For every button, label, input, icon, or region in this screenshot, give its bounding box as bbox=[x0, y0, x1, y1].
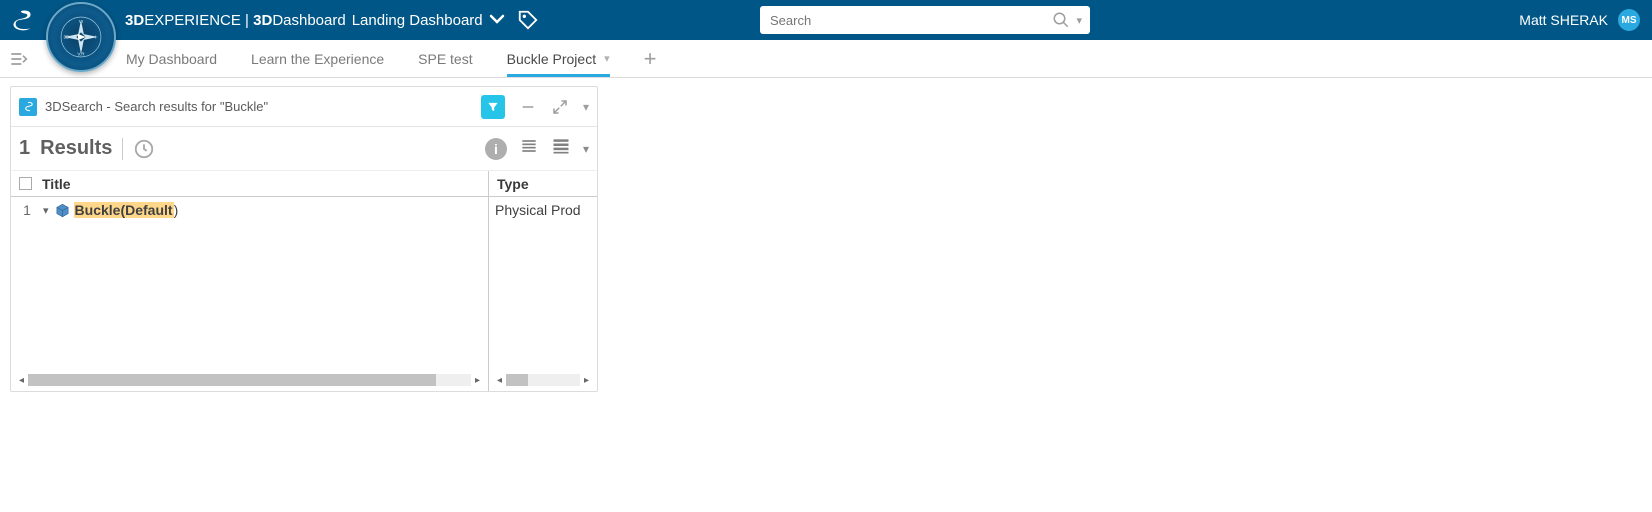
avatar[interactable]: MS bbox=[1618, 9, 1640, 31]
tab-dropdown-icon[interactable]: ▾ bbox=[604, 52, 610, 65]
add-tab-button[interactable]: + bbox=[644, 46, 657, 72]
view-list-icon[interactable] bbox=[551, 136, 571, 161]
search-dropdown-icon[interactable]: ▾ bbox=[1076, 14, 1082, 27]
compass-badge[interactable]: Vr 3D i V.R bbox=[46, 2, 116, 72]
tag-icon[interactable] bbox=[517, 9, 539, 31]
svg-text:Vr: Vr bbox=[79, 19, 84, 24]
scroll-thumb[interactable] bbox=[28, 374, 436, 386]
history-icon[interactable] bbox=[133, 138, 155, 160]
tab-buckle-project[interactable]: Buckle Project ▾ bbox=[507, 40, 610, 77]
menu-toggle-icon[interactable] bbox=[0, 49, 36, 69]
header-title: Title bbox=[11, 171, 488, 197]
hscroll-type[interactable]: ◂ ▸ bbox=[497, 373, 589, 387]
scroll-thumb[interactable] bbox=[506, 374, 528, 386]
widget-header: 3DSearch - Search results for "Buckle" ▾ bbox=[11, 87, 597, 127]
title-block: 3DEXPERIENCE | 3DDashboard Landing Dashb… bbox=[125, 12, 505, 29]
tab-spe-test[interactable]: SPE test bbox=[418, 40, 472, 77]
user-name: Matt SHERAK bbox=[1519, 12, 1608, 28]
scroll-right-icon[interactable]: ▸ bbox=[584, 375, 589, 386]
search-box[interactable]: ▾ bbox=[760, 6, 1090, 34]
app-rest: Dashboard bbox=[272, 12, 345, 29]
row-number: 1 bbox=[17, 202, 37, 218]
tabs: My Dashboard Learn the Experience SPE te… bbox=[126, 40, 656, 77]
scroll-right-icon[interactable]: ▸ bbox=[475, 375, 480, 386]
app-icon bbox=[19, 98, 37, 116]
avatar-initials: MS bbox=[1622, 15, 1637, 26]
ds-logo bbox=[10, 8, 35, 33]
info-icon[interactable]: i bbox=[485, 138, 507, 160]
header-type: Type bbox=[489, 171, 597, 197]
brand-prefix: 3D bbox=[125, 12, 144, 29]
expand-row-icon[interactable]: ▾ bbox=[43, 204, 49, 217]
view-compact-icon[interactable] bbox=[519, 136, 539, 161]
filter-button[interactable] bbox=[481, 95, 505, 119]
search-widget: 3DSearch - Search results for "Buckle" ▾… bbox=[10, 86, 598, 392]
svg-text:i: i bbox=[95, 35, 96, 40]
row-title-suffix: ) bbox=[174, 202, 179, 218]
tab-learn-the-experience[interactable]: Learn the Experience bbox=[251, 40, 384, 77]
svg-text:V.R: V.R bbox=[77, 51, 85, 56]
breadcrumb: Landing Dashboard bbox=[352, 12, 483, 29]
divider bbox=[122, 138, 123, 160]
search-icon[interactable] bbox=[1052, 11, 1070, 29]
product-icon bbox=[55, 203, 70, 218]
column-type: Type Physical Prod ◂ ▸ bbox=[489, 171, 597, 391]
brand-rest: EXPERIENCE bbox=[144, 12, 241, 29]
scroll-track[interactable] bbox=[506, 374, 580, 386]
column-title: Title 1 ▾ Buckle(Default) ◂ ▸ bbox=[11, 171, 489, 391]
table-row-type[interactable]: Physical Prod bbox=[489, 197, 597, 223]
breadcrumb-dropdown-icon[interactable] bbox=[489, 12, 505, 29]
minimize-icon[interactable] bbox=[519, 98, 537, 116]
hscroll-title[interactable]: ◂ ▸ bbox=[19, 373, 480, 387]
widget-title: 3DSearch - Search results for "Buckle" bbox=[45, 99, 268, 114]
expand-icon[interactable] bbox=[551, 98, 569, 116]
row-type: Physical Prod bbox=[495, 202, 581, 218]
row-title: Buckle(Default) bbox=[74, 202, 179, 218]
header-type-label: Type bbox=[497, 176, 529, 192]
tab-my-dashboard[interactable]: My Dashboard bbox=[126, 40, 217, 77]
search-input[interactable] bbox=[760, 13, 1052, 28]
table-row[interactable]: 1 ▾ Buckle(Default) bbox=[11, 197, 488, 223]
scroll-left-icon[interactable]: ◂ bbox=[19, 375, 24, 386]
results-bar: 1 Results i ▾ bbox=[11, 127, 597, 171]
app-bold: 3D bbox=[253, 12, 272, 29]
header-title-label: Title bbox=[42, 176, 71, 192]
select-all-checkbox[interactable] bbox=[19, 177, 32, 190]
view-dropdown-icon[interactable]: ▾ bbox=[583, 142, 589, 156]
widget-menu-dropdown-icon[interactable]: ▾ bbox=[583, 100, 589, 114]
top-bar: Vr 3D i V.R 3DEXPERIENCE | 3DDashboard L… bbox=[0, 0, 1652, 40]
user-block[interactable]: Matt SHERAK MS bbox=[1519, 9, 1640, 31]
results-count: 1 bbox=[19, 137, 30, 160]
scroll-track[interactable] bbox=[28, 374, 471, 386]
results-label: Results bbox=[40, 137, 112, 160]
scroll-left-icon[interactable]: ◂ bbox=[497, 375, 502, 386]
row-title-highlight: Buckle(Default bbox=[74, 202, 174, 218]
tab-strip: My Dashboard Learn the Experience SPE te… bbox=[0, 40, 1652, 78]
svg-text:3D: 3D bbox=[63, 35, 70, 40]
results-table: Title 1 ▾ Buckle(Default) ◂ ▸ bbox=[11, 171, 597, 391]
